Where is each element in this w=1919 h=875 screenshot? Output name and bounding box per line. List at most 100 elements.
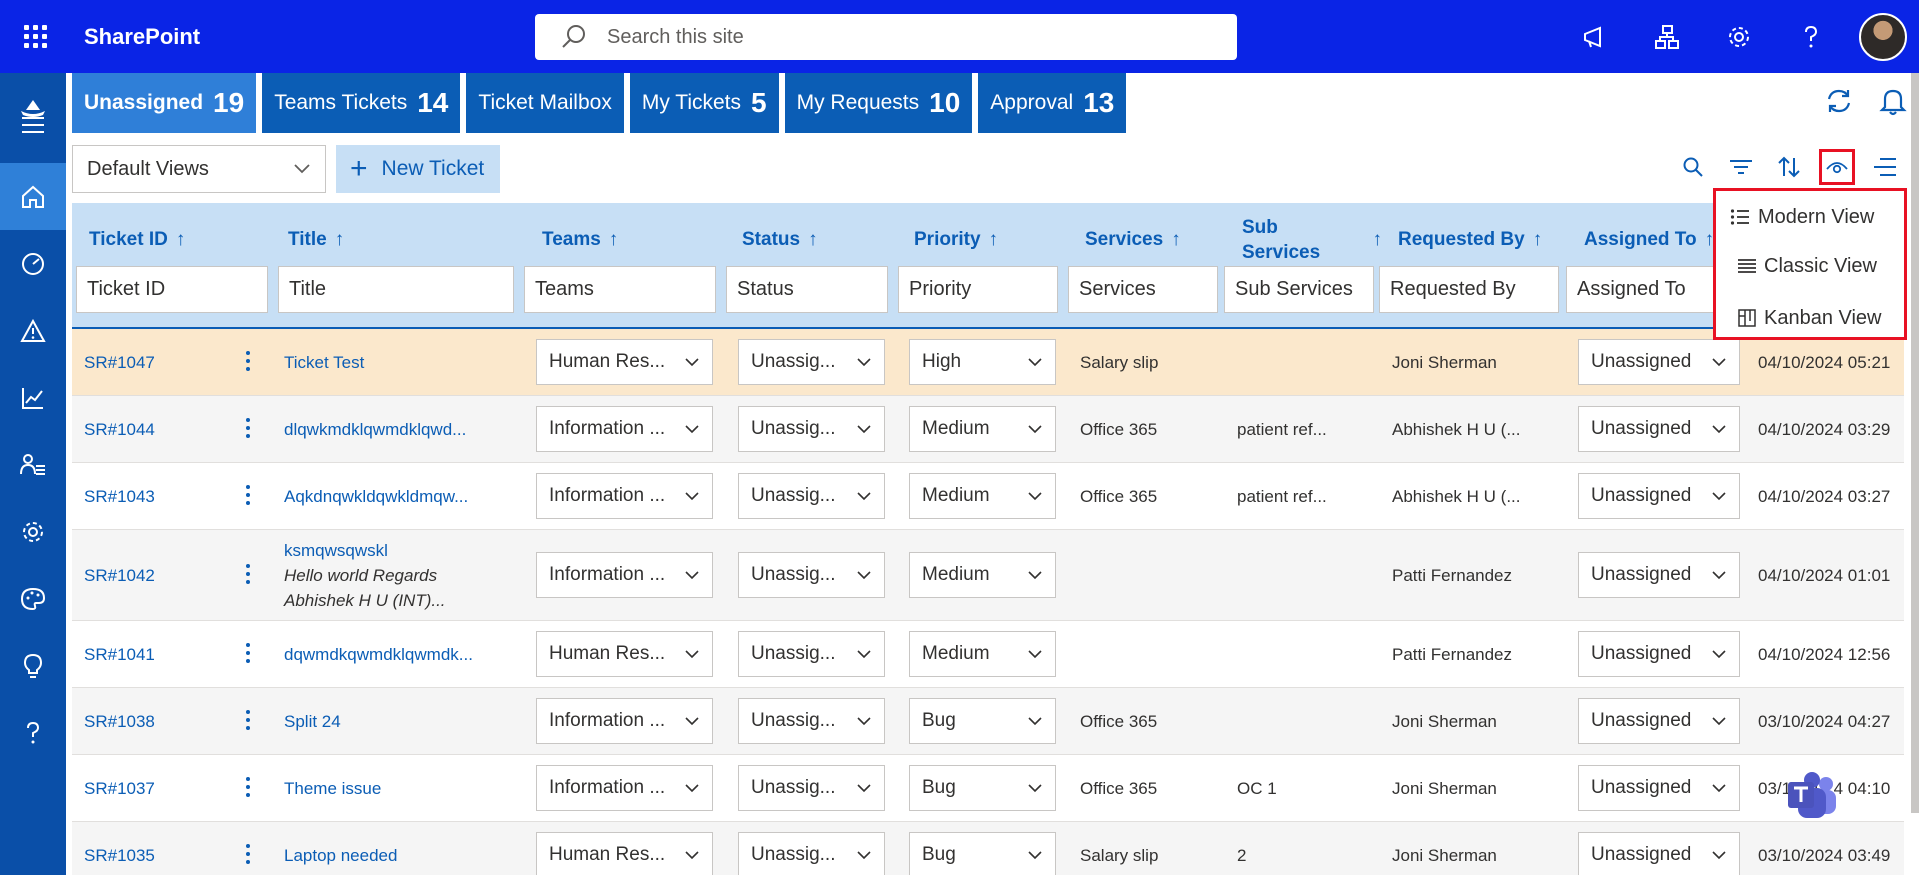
tab-unassigned[interactable]: Unassigned 19 — [72, 73, 257, 133]
priority-select[interactable]: Bug — [909, 765, 1056, 811]
rail-item-ideas[interactable] — [0, 632, 66, 699]
table-row[interactable]: SR#1047 Ticket Test Human Res... Unassig… — [72, 329, 1904, 396]
priority-select[interactable]: Medium — [909, 552, 1056, 598]
status-select[interactable]: Unassig... — [738, 832, 885, 875]
row-actions-icon[interactable] — [238, 844, 258, 864]
ticket-title-link[interactable]: ksmqwsqwskl — [284, 538, 446, 563]
table-row[interactable]: SR#1041 dqwmdkqwmdklqwmdk... Human Res..… — [72, 621, 1904, 688]
filter-status[interactable] — [726, 266, 888, 313]
column-header-teams[interactable]: Teams ↑ — [542, 215, 618, 265]
tab-ticket-mailbox[interactable]: Ticket Mailbox — [466, 73, 624, 133]
sort-button[interactable] — [1771, 149, 1807, 185]
assigned-to-select[interactable]: Unassigned — [1578, 832, 1740, 875]
help-button[interactable] — [1775, 0, 1847, 73]
column-header-status[interactable]: Status ↑ — [742, 215, 818, 265]
priority-select[interactable]: Medium — [909, 473, 1056, 519]
rail-item-alerts[interactable] — [0, 297, 66, 364]
priority-select[interactable]: Bug — [909, 832, 1056, 875]
filter-teams[interactable] — [524, 266, 716, 313]
column-header-priority[interactable]: Priority ↑ — [914, 215, 998, 265]
row-actions-icon[interactable] — [238, 777, 258, 797]
filter-requested-by[interactable] — [1379, 266, 1559, 313]
team-select[interactable]: Human Res... — [536, 339, 713, 385]
assigned-to-select[interactable]: Unassigned — [1578, 473, 1740, 519]
team-select[interactable]: Information ... — [536, 473, 713, 519]
rail-item-reports[interactable] — [0, 364, 66, 431]
ticket-title-link[interactable]: dqwmdkqwmdklqwmdk... — [284, 621, 473, 688]
rail-item-themes[interactable] — [0, 565, 66, 632]
team-select[interactable]: Information ... — [536, 552, 713, 598]
assigned-to-select[interactable]: Unassigned — [1578, 698, 1740, 744]
ticket-id-link[interactable]: SR#1044 — [84, 396, 155, 463]
tab-teams-tickets[interactable]: Teams Tickets 14 — [262, 73, 461, 133]
refresh-icon[interactable] — [1823, 85, 1855, 117]
column-options-button[interactable] — [1867, 149, 1903, 185]
table-row[interactable]: SR#1037 Theme issue Information ... Unas… — [72, 755, 1904, 822]
status-select[interactable]: Unassig... — [738, 339, 885, 385]
filter-ticket-id[interactable] — [76, 266, 268, 313]
assigned-to-select[interactable]: Unassigned — [1578, 631, 1740, 677]
views-dropdown[interactable]: Default Views — [72, 145, 326, 193]
page-scrollbar[interactable] — [1911, 73, 1919, 813]
filter-priority[interactable] — [898, 266, 1058, 313]
column-header-ticket-id[interactable]: Ticket ID ↑ — [89, 215, 185, 265]
status-select[interactable]: Unassig... — [738, 631, 885, 677]
teams-chat-icon[interactable] — [1786, 770, 1840, 820]
table-row[interactable]: SR#1043 Aqkdnqwkldqwkldmqw... Informatio… — [72, 463, 1904, 530]
view-option-modern[interactable]: Modern View — [1716, 195, 1904, 239]
team-select[interactable]: Information ... — [536, 765, 713, 811]
feedback-button[interactable] — [1559, 0, 1631, 73]
priority-select[interactable]: Bug — [909, 698, 1056, 744]
priority-select[interactable]: Medium — [909, 631, 1056, 677]
ticket-id-link[interactable]: SR#1038 — [84, 688, 155, 755]
view-option-classic[interactable]: Classic View — [1716, 239, 1904, 293]
ticket-title-link[interactable]: Laptop needed — [284, 822, 397, 875]
view-toggle-button[interactable] — [1819, 149, 1855, 185]
priority-select[interactable]: High — [909, 339, 1056, 385]
column-header-requested-by[interactable]: Requested By ↑ — [1398, 215, 1542, 265]
filter-title[interactable] — [278, 266, 514, 313]
search-box[interactable] — [535, 14, 1237, 60]
filter-sub-services[interactable] — [1224, 266, 1374, 313]
assigned-to-select[interactable]: Unassigned — [1578, 552, 1740, 598]
assigned-to-select[interactable]: Unassigned — [1578, 339, 1740, 385]
status-select[interactable]: Unassig... — [738, 552, 885, 598]
table-row[interactable]: SR#1038 Split 24 Information ... Unassig… — [72, 688, 1904, 755]
ticket-id-link[interactable]: SR#1047 — [84, 329, 155, 396]
bell-icon[interactable] — [1877, 85, 1909, 117]
status-select[interactable]: Unassig... — [738, 698, 885, 744]
ticket-title-link[interactable]: dlqwkmdklqwmdklqwd... — [284, 396, 466, 463]
ticket-title-link[interactable]: Split 24 — [284, 688, 341, 755]
row-actions-icon[interactable] — [238, 418, 258, 438]
tab-my-tickets[interactable]: My Tickets 5 — [629, 73, 779, 133]
status-select[interactable]: Unassig... — [738, 765, 885, 811]
settings-button[interactable] — [1703, 0, 1775, 73]
status-select[interactable]: Unassig... — [738, 406, 885, 452]
avatar[interactable] — [1859, 12, 1907, 61]
ticket-id-link[interactable]: SR#1042 — [84, 530, 155, 621]
new-ticket-button[interactable]: + New Ticket — [336, 145, 500, 193]
status-select[interactable]: Unassig... — [738, 473, 885, 519]
column-header-title[interactable]: Title ↑ — [288, 215, 344, 265]
rail-item-home[interactable] — [0, 163, 66, 230]
ticket-title-link[interactable]: Ticket Test — [284, 329, 364, 396]
row-actions-icon[interactable] — [238, 710, 258, 730]
ticket-title-block[interactable]: ksmqwsqwskl Hello world Regards Abhishek… — [284, 538, 446, 613]
filter-button[interactable] — [1723, 149, 1759, 185]
search-input[interactable] — [607, 25, 1167, 49]
org-explorer-button[interactable] — [1631, 0, 1703, 73]
team-select[interactable]: Human Res... — [536, 832, 713, 875]
rail-item-users[interactable] — [0, 431, 66, 498]
column-header-services[interactable]: Services ↑ — [1085, 215, 1181, 265]
team-select[interactable]: Human Res... — [536, 631, 713, 677]
table-row[interactable]: SR#1044 dlqwkmdklqwmdklqwd... Informatio… — [72, 396, 1904, 463]
ticket-id-link[interactable]: SR#1043 — [84, 463, 155, 530]
ticket-id-link[interactable]: SR#1041 — [84, 621, 155, 688]
view-option-kanban[interactable]: Kanban View — [1716, 293, 1904, 343]
brand-title[interactable]: SharePoint — [84, 24, 200, 50]
column-header-assigned-to[interactable]: Assigned To ↑ — [1584, 215, 1714, 265]
team-select[interactable]: Information ... — [536, 698, 713, 744]
team-select[interactable]: Information ... — [536, 406, 713, 452]
ticket-id-link[interactable]: SR#1037 — [84, 755, 155, 822]
search-table-button[interactable] — [1675, 149, 1711, 185]
